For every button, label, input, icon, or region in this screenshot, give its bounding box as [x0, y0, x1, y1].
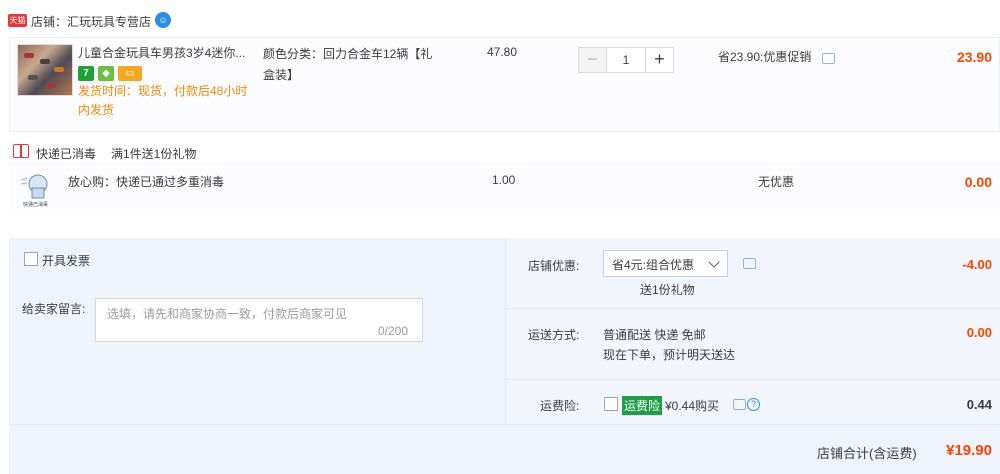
guarantee-shield-icon[interactable]: ◆: [98, 66, 114, 81]
tmall-badge: 天猫: [8, 14, 27, 27]
discount-gift-note: 送1份礼物: [640, 283, 695, 297]
invoice-label[interactable]: 开具发票: [42, 252, 90, 269]
store-total: ¥19.90: [946, 442, 992, 459]
item-promotion: 省23.90:优惠促销: [718, 50, 812, 64]
divider: [9, 424, 1000, 425]
memo-char-count: 0/200: [378, 324, 409, 338]
gift-subtotal: 0.00: [964, 174, 992, 190]
store-name[interactable]: 店铺：汇玩玩具专营店: [31, 13, 151, 30]
credit-card-icon[interactable]: ▭: [118, 66, 142, 81]
insurance-price: ¥0.44购买: [665, 399, 720, 413]
gift-label: 快递已消毒: [36, 147, 97, 161]
delivery-method: 普通配送 快递 免邮: [603, 328, 706, 342]
store-discount-value: -4.00: [962, 257, 992, 272]
product-title[interactable]: 儿童合金玩具车男孩3岁4迷你...: [78, 44, 258, 61]
shipping-time-line2: 内发货: [78, 103, 115, 117]
unit-price: 47.80: [487, 45, 518, 59]
chat-wangwang-icon[interactable]: ☺: [155, 12, 171, 28]
sku-line1: 颜色分类：回力合金车12辆【礼: [263, 47, 433, 61]
store-total-label: 店铺合计(含运费): [817, 446, 917, 461]
seven-day-return-icon[interactable]: 7: [78, 66, 94, 81]
gift-thumb-caption: 快递已消毒: [23, 202, 49, 208]
insurance-checkbox[interactable]: [604, 397, 618, 411]
help-question-icon[interactable]: ?: [747, 398, 760, 411]
shipping-time-line1: 发货时间：现货，付款后48小时: [78, 84, 248, 98]
item-subtotal: 23.90: [956, 49, 992, 65]
store-discount-select[interactable]: 省4元:组合优惠: [603, 250, 728, 277]
insurance-message-icon[interactable]: [733, 399, 746, 410]
store-discount-selected: 省4元:组合优惠: [612, 258, 695, 272]
insurance-label: 运费险:: [540, 399, 580, 413]
discount-message-icon[interactable]: [743, 258, 756, 269]
insurance-badge: 运费险: [622, 396, 663, 415]
memo-label: 给卖家留言:: [22, 302, 86, 316]
promo-message-icon[interactable]: [822, 53, 835, 64]
sku-line2: 盒装】: [263, 68, 300, 82]
divider: [505, 379, 1000, 380]
delivery-eta: 现在下单，预计明天送达: [603, 348, 736, 362]
gift-title[interactable]: 放心购：快递已通过多重消毒: [68, 173, 224, 190]
gift-icon: [13, 144, 29, 158]
delivery-label: 运送方式:: [528, 328, 580, 342]
sku-info[interactable]: 颜色分类：回力合金车12辆【礼 盒装】: [263, 44, 443, 86]
quantity-input[interactable]: 1: [607, 47, 645, 73]
memo-placeholder: 选填，请先和商家协商一致，付款后商家可见: [107, 307, 348, 321]
product-thumbnail[interactable]: [17, 44, 73, 96]
divider: [505, 308, 1000, 309]
chevron-down-icon: [708, 256, 720, 268]
insurance-value: 0.44: [966, 397, 992, 412]
gift-description: 满1件送1份礼物: [111, 147, 197, 161]
gift-thumbnail[interactable]: 快递已消毒: [19, 170, 57, 208]
invoice-checkbox[interactable]: [24, 252, 38, 266]
delivery-fee: 0.00: [966, 325, 992, 340]
gift-price: 1.00: [492, 173, 516, 187]
quantity-increase-button[interactable]: +: [645, 47, 674, 73]
shipping-time: 发货时间：现货，付款后48小时 内发货: [78, 82, 258, 120]
store-discount-label: 店铺优惠:: [528, 259, 580, 273]
quantity-decrease-button[interactable]: −: [578, 47, 607, 73]
gift-promotion: 无优惠: [758, 175, 795, 189]
